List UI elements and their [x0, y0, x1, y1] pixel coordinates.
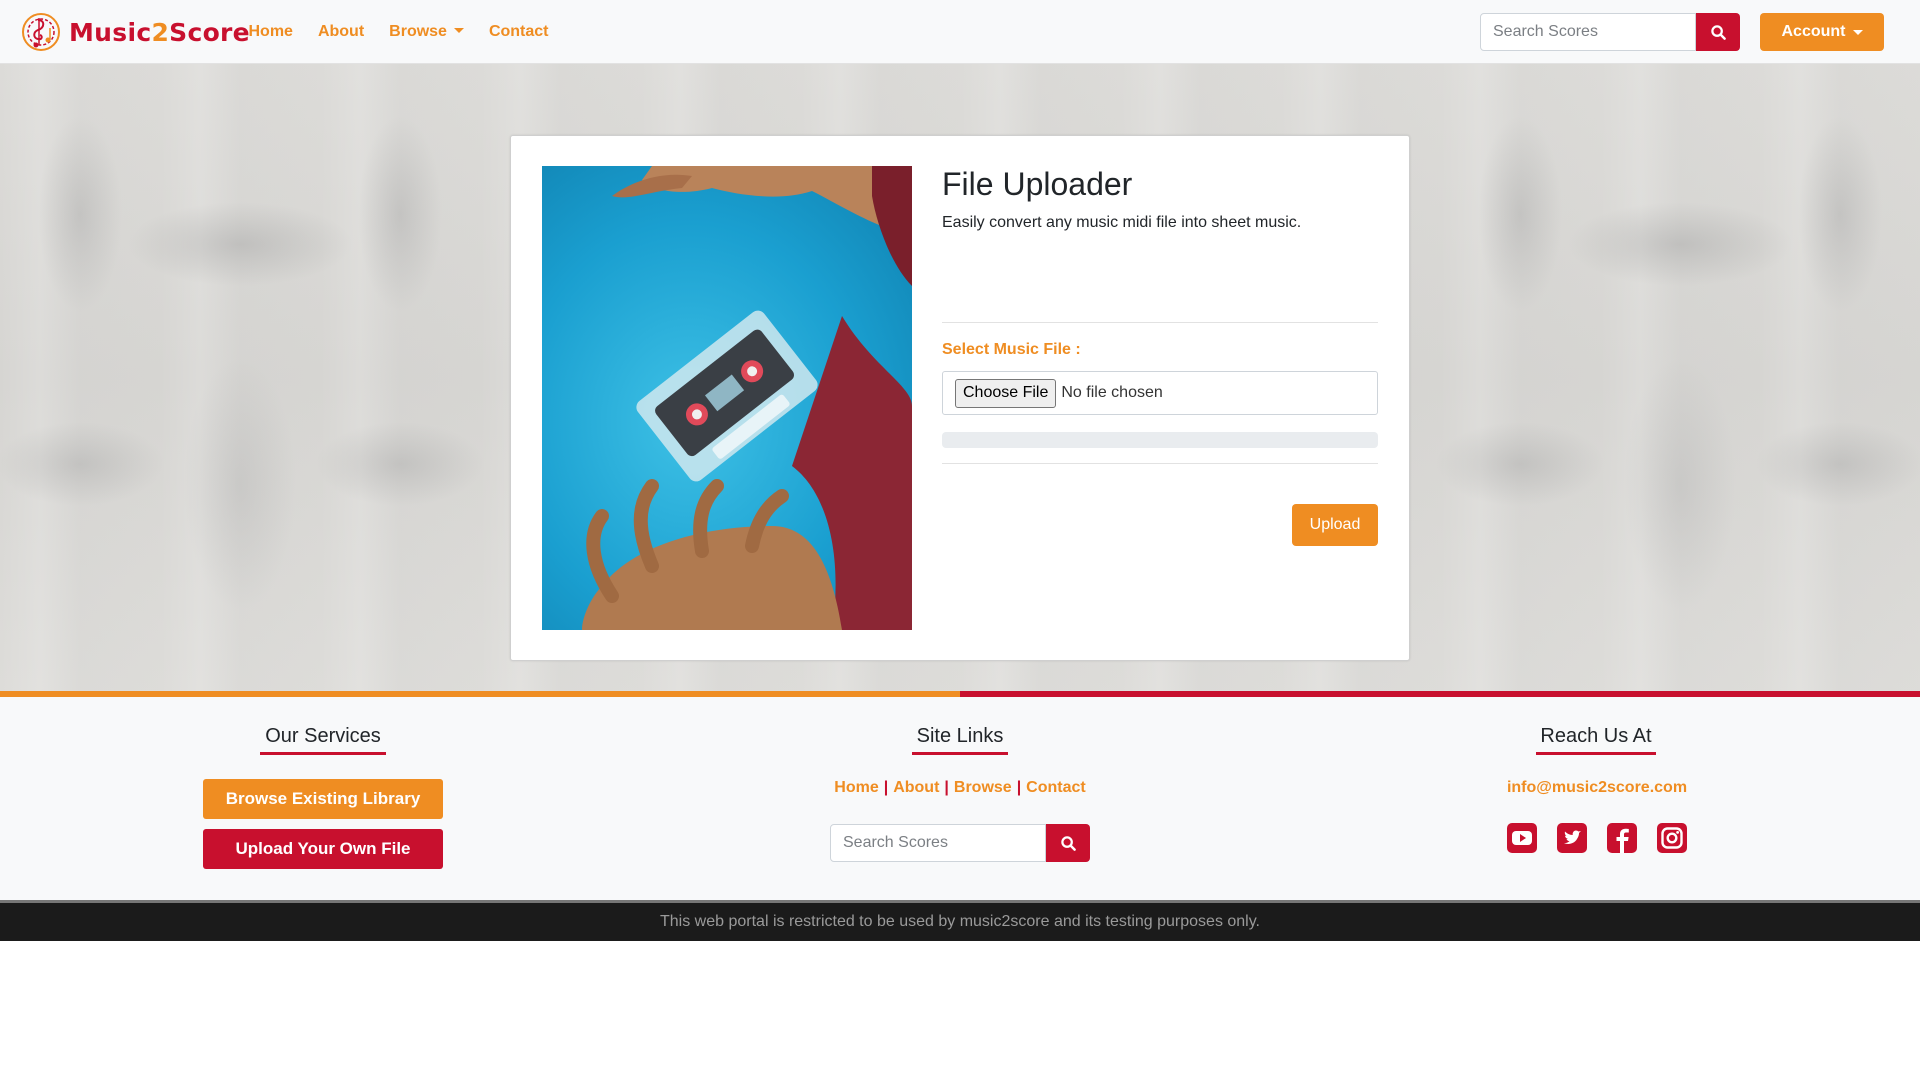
- top-navbar: Music2Score Home About Browse Contact Ac…: [0, 0, 1920, 64]
- file-status: No file chosen: [1061, 384, 1163, 401]
- twitter-icon: [1557, 823, 1587, 853]
- nav-home[interactable]: Home: [236, 23, 305, 41]
- upload-button[interactable]: Upload: [1292, 504, 1378, 546]
- cassette-illustration: [582, 166, 912, 630]
- link-separator: |: [883, 779, 889, 796]
- footer-link-browse[interactable]: Browse: [954, 779, 1012, 796]
- search-button[interactable]: [1696, 13, 1740, 51]
- youtube-link[interactable]: [1505, 821, 1539, 855]
- link-separator: |: [1016, 779, 1022, 796]
- site-links-title: Site Links: [912, 725, 1008, 755]
- music-logo-icon: [22, 13, 60, 51]
- instagram-link[interactable]: [1655, 821, 1689, 855]
- nav-about[interactable]: About: [305, 23, 376, 41]
- link-separator: |: [944, 779, 949, 796]
- nav-browse-label: Browse: [389, 23, 447, 40]
- footer-search: [830, 824, 1090, 862]
- twitter-link[interactable]: [1555, 821, 1589, 855]
- caret-down-icon: [1852, 29, 1863, 35]
- search-icon: [1060, 835, 1076, 851]
- bottom-notice-bar: This web portal is restricted to be used…: [0, 900, 1920, 941]
- services-title: Our Services: [260, 725, 386, 755]
- select-file-label: Select Music File :: [942, 341, 1081, 358]
- footer: Our Services Browse Existing Library Upl…: [0, 697, 1920, 900]
- reach-title: Reach Us At: [1536, 725, 1656, 755]
- footer-search-button[interactable]: [1046, 824, 1090, 862]
- cassette-hands-image: [542, 166, 912, 630]
- caret-down-icon: [453, 28, 464, 33]
- upload-progress-bar: [942, 432, 1378, 448]
- account-dropdown-button[interactable]: Account: [1760, 13, 1884, 51]
- upload-own-file-button[interactable]: Upload Your Own File: [203, 829, 443, 869]
- search-input[interactable]: [1480, 13, 1696, 51]
- divider: [942, 463, 1378, 464]
- account-label: Account: [1781, 23, 1846, 40]
- nav-browse-dropdown[interactable]: Browse: [377, 23, 477, 41]
- facebook-link[interactable]: [1605, 821, 1639, 855]
- facebook-icon: [1607, 823, 1637, 853]
- brand-part-music: Music: [69, 17, 152, 47]
- file-input[interactable]: Choose File No file chosen: [942, 371, 1378, 415]
- uploader-title: File Uploader: [942, 166, 1133, 202]
- brand[interactable]: Music2Score: [21, 12, 250, 52]
- footer-link-contact[interactable]: Contact: [1026, 779, 1086, 796]
- footer-search-input[interactable]: [830, 824, 1046, 862]
- contact-email-link[interactable]: info@music2score.com: [1450, 779, 1744, 797]
- search-icon: [1710, 24, 1726, 40]
- youtube-icon: [1507, 823, 1537, 853]
- restriction-notice: This web portal is restricted to be used…: [660, 913, 1260, 930]
- uploader-card: File Uploader Easily convert any music m…: [510, 135, 1410, 661]
- footer-link-home[interactable]: Home: [834, 779, 878, 796]
- browse-library-button[interactable]: Browse Existing Library: [203, 779, 443, 819]
- nav-contact[interactable]: Contact: [476, 23, 561, 41]
- nav-links: Home About Browse Contact: [236, 0, 561, 64]
- footer-link-about[interactable]: About: [893, 779, 939, 796]
- divider: [942, 322, 1378, 323]
- brand-part-2: 2: [151, 17, 170, 47]
- nav-search: [1480, 13, 1740, 51]
- instagram-icon: [1657, 823, 1687, 853]
- choose-file-button[interactable]: Choose File: [955, 378, 1057, 408]
- uploader-subtitle: Easily convert any music midi file into …: [942, 214, 1302, 231]
- footer-site-links: Home | About | Browse | Contact: [800, 779, 1120, 797]
- social-links: [1505, 821, 1689, 855]
- brand-name: Music2Score: [69, 18, 250, 47]
